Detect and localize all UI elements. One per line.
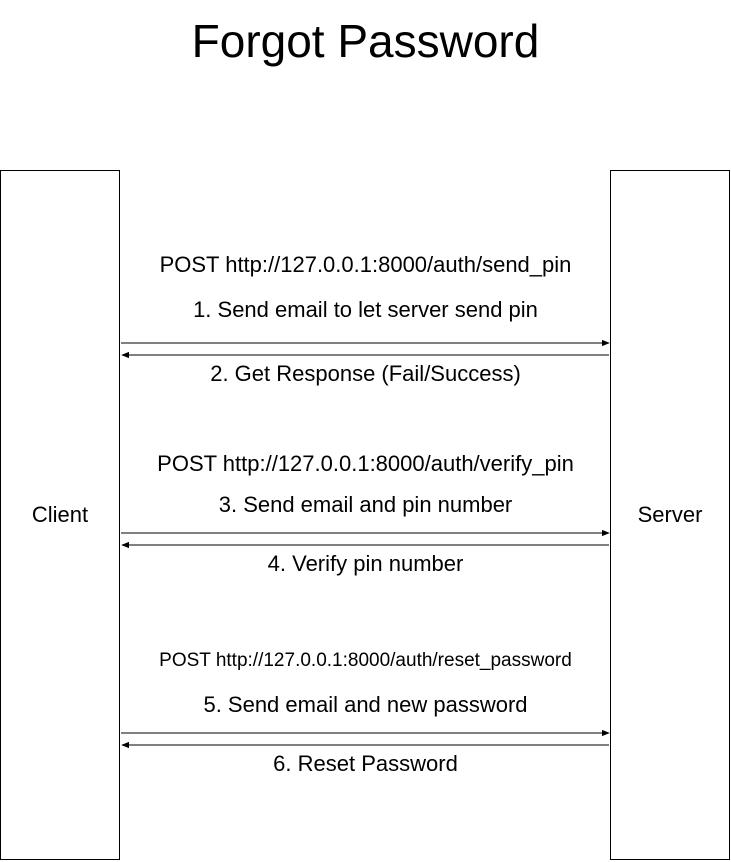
message-arrows [121,339,610,749]
